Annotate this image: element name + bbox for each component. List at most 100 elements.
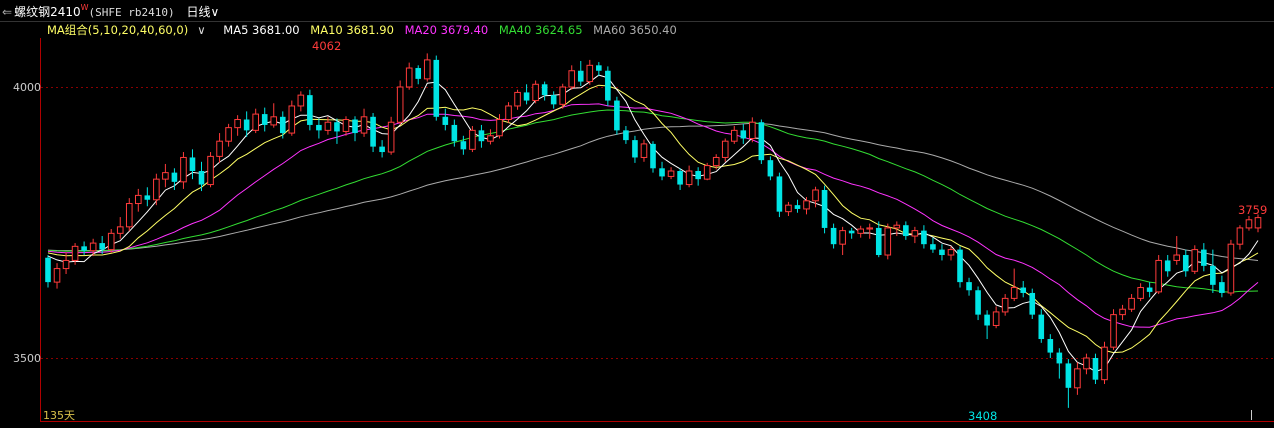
candle-body [1137, 287, 1144, 299]
candle-body [893, 224, 901, 229]
candle-body [650, 143, 656, 169]
candle-body [360, 116, 368, 134]
ma20-value: MA20 3679.40 [404, 23, 489, 37]
candle-body [89, 242, 97, 252]
candle-body [1155, 259, 1162, 293]
candle-body [541, 84, 548, 96]
candle-body [514, 91, 521, 107]
y-tick-label: 3500 [13, 352, 41, 365]
candle-body [1029, 292, 1036, 315]
candle-body [198, 171, 205, 185]
candle-body [830, 227, 837, 245]
candle-body [460, 141, 467, 150]
candle-body [703, 165, 711, 180]
candle-body [875, 227, 882, 256]
candle-body [1245, 219, 1253, 229]
candle-body [279, 116, 286, 134]
ma-group-selector[interactable]: MA组合(5,10,20,40,60,0) ∨ [47, 23, 213, 37]
candle-body [857, 228, 864, 234]
symbol-badge: W [80, 3, 89, 12]
candle-body [930, 244, 936, 250]
candle-body [712, 156, 720, 167]
candle-body [1056, 352, 1063, 364]
candle-body [559, 86, 567, 105]
candle-body [270, 116, 278, 126]
candle-body [1191, 249, 1199, 272]
candle-body [478, 130, 485, 142]
candle-body [1128, 297, 1135, 310]
candle-body [71, 245, 79, 261]
period-selector[interactable]: 日线∨ [186, 5, 219, 19]
candle-body [496, 119, 503, 137]
candle-body [171, 172, 178, 182]
candle-body [334, 122, 340, 132]
candle-body [1020, 287, 1027, 293]
candle-body [640, 143, 648, 158]
candle-body [144, 195, 151, 200]
candle-body [469, 129, 476, 150]
chevron-down-icon: ∨ [197, 23, 206, 37]
candle-body [848, 230, 855, 234]
candle-body [1010, 287, 1018, 299]
ma10-line [47, 84, 1259, 354]
candle-body [1146, 287, 1153, 292]
ma40-value: MA40 3624.65 [498, 23, 583, 37]
candle-body [53, 268, 61, 283]
candle-body [288, 105, 296, 134]
candle-body [903, 225, 909, 237]
candle-body [975, 290, 981, 315]
menu-toggle-icon[interactable]: ⇐ [2, 5, 12, 19]
ma60-value: MA60 3650.40 [593, 23, 677, 37]
candle-body [1065, 363, 1072, 388]
candle-body [379, 146, 385, 153]
ma-group-label: MA组合(5,10,20,40,60,0) [47, 23, 189, 37]
y-tick-label: 4000 [13, 81, 41, 94]
candle-body [370, 116, 376, 147]
candle-body [523, 92, 530, 101]
candle-body [1092, 358, 1099, 380]
candle-body [107, 232, 115, 251]
candle-body [352, 119, 358, 134]
candle-body [992, 311, 1000, 326]
candle-body [189, 157, 196, 172]
candle-body [216, 140, 223, 157]
candle-body [695, 171, 701, 180]
ma-legend: MA组合(5,10,20,40,60,0) ∨ MA5 3681.00 MA10 … [47, 22, 684, 38]
candle-body [1164, 260, 1171, 272]
candle-body [984, 314, 990, 326]
candle-body [667, 170, 675, 177]
candle-body [423, 59, 431, 80]
candle-body [947, 249, 955, 256]
candle-body [1236, 227, 1244, 245]
candle-body [532, 83, 539, 102]
candle-body [740, 130, 747, 139]
candle-body [866, 227, 874, 230]
candles [45, 53, 1262, 408]
candle-body [957, 249, 963, 283]
candle-body [505, 105, 512, 121]
high-price-label: 4062 [312, 39, 341, 53]
candle-body [911, 230, 919, 237]
candle-body [316, 124, 322, 131]
grid-lines [0, 21, 1274, 422]
candle-body [1074, 368, 1081, 389]
candle-body [433, 59, 440, 117]
candle-body [1110, 314, 1117, 348]
candle-body [207, 155, 214, 186]
ma10-value: MA10 3681.90 [310, 23, 394, 37]
chevron-down-icon: ∨ [210, 5, 220, 19]
candle-body [442, 116, 449, 125]
candle-body [596, 65, 602, 71]
symbol-title[interactable]: ⇐ 螺纹钢2410W(SHFE rb2410) 日线∨ [2, 3, 219, 20]
candle-body [758, 122, 765, 161]
candle-body [116, 226, 124, 234]
candle-body [685, 170, 693, 186]
candle-body [659, 168, 665, 177]
candle-body [396, 86, 404, 123]
candle-body [451, 124, 458, 142]
candle-body [767, 160, 774, 177]
candle-body [568, 70, 576, 88]
candle-body [1119, 308, 1126, 316]
candle-body [721, 140, 729, 158]
days-count-label: 135天 [43, 409, 75, 422]
